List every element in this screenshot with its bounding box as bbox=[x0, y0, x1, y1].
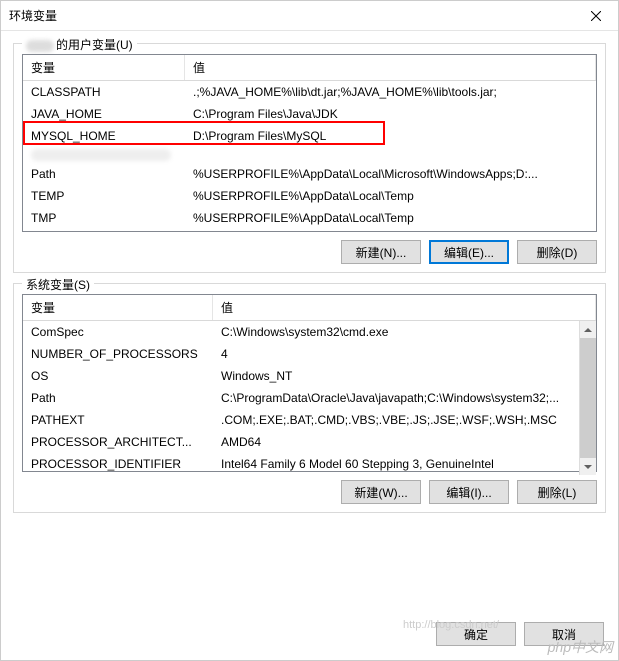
list-header: 变量 值 bbox=[23, 295, 596, 321]
close-button[interactable] bbox=[573, 1, 618, 31]
list-row[interactable]: MYSQL_HOMED:\Program Files\MySQL bbox=[23, 125, 596, 147]
scroll-thumb[interactable] bbox=[580, 338, 596, 458]
cancel-button[interactable]: 取消 bbox=[524, 622, 604, 646]
user-group-title: 的用户变量(U) bbox=[22, 36, 137, 53]
list-row[interactable]: CLASSPATH.;%JAVA_HOME%\lib\dt.jar;%JAVA_… bbox=[23, 81, 596, 103]
edit-user-var-button[interactable]: 编辑(E)... bbox=[429, 240, 509, 264]
list-row[interactable]: PATHEXT.COM;.EXE;.BAT;.CMD;.VBS;.VBE;.JS… bbox=[23, 409, 579, 431]
blurred-username bbox=[26, 40, 54, 52]
system-list-body: ComSpecC:\Windows\system32\cmd.exe NUMBE… bbox=[23, 321, 579, 475]
list-row[interactable]: OSWindows_NT bbox=[23, 365, 579, 387]
close-icon bbox=[591, 11, 601, 21]
list-row[interactable]: PROCESSOR_ARCHITECT...AMD64 bbox=[23, 431, 579, 453]
chevron-down-icon bbox=[584, 465, 592, 469]
dialog-title: 环境变量 bbox=[9, 7, 57, 24]
scroll-up-arrow[interactable] bbox=[580, 321, 596, 338]
dialog-footer: 确定 取消 bbox=[1, 614, 618, 660]
edit-system-var-button[interactable]: 编辑(I)... bbox=[429, 480, 509, 504]
col-header-value[interactable]: 值 bbox=[185, 55, 596, 80]
user-variables-list[interactable]: 变量 值 CLASSPATH.;%JAVA_HOME%\lib\dt.jar;%… bbox=[22, 54, 597, 232]
env-vars-dialog: 环境变量 的用户变量(U) 变量 值 CLASSPATH.;%JAVA_HOME… bbox=[0, 0, 619, 661]
system-variables-group: 系统变量(S) 变量 值 ComSpecC:\Windows\system32\… bbox=[13, 283, 606, 513]
system-group-title: 系统变量(S) bbox=[22, 276, 94, 293]
delete-system-var-button[interactable]: 删除(L) bbox=[517, 480, 597, 504]
col-header-value[interactable]: 值 bbox=[213, 295, 596, 320]
new-user-var-button[interactable]: 新建(N)... bbox=[341, 240, 421, 264]
scrollbar[interactable] bbox=[579, 321, 596, 475]
dialog-content: 的用户变量(U) 变量 值 CLASSPATH.;%JAVA_HOME%\lib… bbox=[1, 31, 618, 614]
blurred-row bbox=[23, 147, 596, 163]
list-row[interactable]: PROCESSOR_IDENTIFIERIntel64 Family 6 Mod… bbox=[23, 453, 579, 475]
scroll-down-arrow[interactable] bbox=[580, 458, 596, 475]
new-system-var-button[interactable]: 新建(W)... bbox=[341, 480, 421, 504]
list-row[interactable]: PathC:\ProgramData\Oracle\Java\javapath;… bbox=[23, 387, 579, 409]
chevron-up-icon bbox=[584, 328, 592, 332]
user-variables-group: 的用户变量(U) 变量 值 CLASSPATH.;%JAVA_HOME%\lib… bbox=[13, 43, 606, 273]
user-buttons: 新建(N)... 编辑(E)... 删除(D) bbox=[22, 240, 597, 264]
system-variables-list[interactable]: 变量 值 ComSpecC:\Windows\system32\cmd.exe … bbox=[22, 294, 597, 472]
list-row[interactable]: ComSpecC:\Windows\system32\cmd.exe bbox=[23, 321, 579, 343]
list-row[interactable]: Path%USERPROFILE%\AppData\Local\Microsof… bbox=[23, 163, 596, 185]
list-header: 变量 值 bbox=[23, 55, 596, 81]
delete-user-var-button[interactable]: 删除(D) bbox=[517, 240, 597, 264]
col-header-name[interactable]: 变量 bbox=[23, 55, 185, 80]
list-row[interactable]: TMP%USERPROFILE%\AppData\Local\Temp bbox=[23, 207, 596, 229]
list-row[interactable]: JAVA_HOMEC:\Program Files\Java\JDK bbox=[23, 103, 596, 125]
list-row[interactable]: TEMP%USERPROFILE%\AppData\Local\Temp bbox=[23, 185, 596, 207]
user-list-body: CLASSPATH.;%JAVA_HOME%\lib\dt.jar;%JAVA_… bbox=[23, 81, 596, 229]
col-header-name[interactable]: 变量 bbox=[23, 295, 213, 320]
list-row[interactable]: NUMBER_OF_PROCESSORS4 bbox=[23, 343, 579, 365]
system-buttons: 新建(W)... 编辑(I)... 删除(L) bbox=[22, 480, 597, 504]
titlebar: 环境变量 bbox=[1, 1, 618, 31]
ok-button[interactable]: 确定 bbox=[436, 622, 516, 646]
